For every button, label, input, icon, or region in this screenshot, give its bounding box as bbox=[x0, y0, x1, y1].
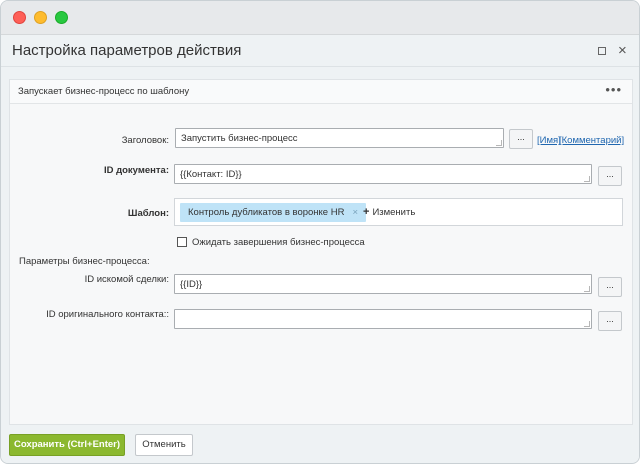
original-contact-label: ID оригинального контакта:: bbox=[46, 309, 169, 320]
change-template-button[interactable]: + Изменить bbox=[363, 206, 415, 218]
cancel-button[interactable]: Отменить bbox=[135, 434, 193, 456]
template-tag[interactable]: Контроль дубликатов в воронке HR × bbox=[180, 203, 367, 222]
window-zoom-button[interactable] bbox=[55, 11, 68, 24]
panel-description: Запускает бизнес-процесс по шаблону bbox=[18, 86, 190, 97]
resize-grip-icon[interactable] bbox=[584, 176, 590, 182]
close-icon[interactable]: × bbox=[618, 43, 627, 58]
document-id-value: {{Контакт: ID}} bbox=[180, 169, 242, 180]
template-label: Шаблон: bbox=[127, 208, 169, 219]
app-window: Настройка параметров действия × Запускае… bbox=[0, 0, 640, 464]
deal-id-value: {{ID}} bbox=[180, 279, 203, 290]
title-select-button[interactable]: ... bbox=[509, 129, 533, 149]
dialog-title: Настройка параметров действия bbox=[12, 42, 242, 59]
resize-grip-icon[interactable] bbox=[496, 140, 502, 146]
deal-id-label: ID искомой сделки: bbox=[84, 274, 169, 285]
document-id-label: ID документа: bbox=[103, 165, 169, 176]
change-template-label: Изменить bbox=[372, 207, 416, 218]
template-selector[interactable]: Контроль дубликатов в воронке HR × + Измен… bbox=[174, 198, 623, 226]
panel-header: Запускает бизнес-процесс по шаблону ••• bbox=[10, 80, 632, 104]
save-button[interactable]: Сохранить (Ctrl+Enter) bbox=[9, 434, 125, 456]
original-contact-input[interactable] bbox=[174, 309, 592, 329]
deal-id-input[interactable]: {{ID}} bbox=[174, 274, 592, 294]
wait-completion-label[interactable]: Ожидать завершения бизнес-процесса bbox=[192, 237, 365, 248]
more-icon[interactable]: ••• bbox=[605, 82, 622, 97]
document-id-select-button[interactable]: ... bbox=[598, 166, 622, 186]
resize-grip-icon[interactable] bbox=[584, 321, 590, 327]
comment-link[interactable]: [Комментарий] bbox=[559, 135, 624, 146]
original-contact-select-button[interactable]: ... bbox=[598, 311, 622, 331]
plus-icon: + bbox=[363, 206, 370, 218]
title-label: Заголовок: bbox=[121, 135, 169, 146]
window-close-button[interactable] bbox=[13, 11, 26, 24]
template-tag-label: Контроль дубликатов в воронке HR bbox=[188, 207, 345, 218]
params-section-label: Параметры бизнес-процесса: bbox=[19, 256, 150, 267]
maximize-icon[interactable] bbox=[598, 44, 606, 58]
resize-grip-icon[interactable] bbox=[584, 286, 590, 292]
dialog-header: Настройка параметров действия × bbox=[1, 35, 639, 67]
title-input-value: Запустить бизнес-процесс bbox=[181, 133, 298, 144]
document-id-input[interactable]: {{Контакт: ID}} bbox=[174, 164, 592, 184]
remove-tag-icon[interactable]: × bbox=[352, 207, 358, 218]
wait-completion-checkbox[interactable] bbox=[177, 237, 187, 247]
title-input[interactable]: Запустить бизнес-процесс bbox=[175, 128, 504, 148]
window-titlebar bbox=[1, 1, 639, 35]
name-link[interactable]: [Имя] bbox=[537, 135, 561, 146]
deal-id-select-button[interactable]: ... bbox=[598, 277, 622, 297]
window-minimize-button[interactable] bbox=[34, 11, 47, 24]
